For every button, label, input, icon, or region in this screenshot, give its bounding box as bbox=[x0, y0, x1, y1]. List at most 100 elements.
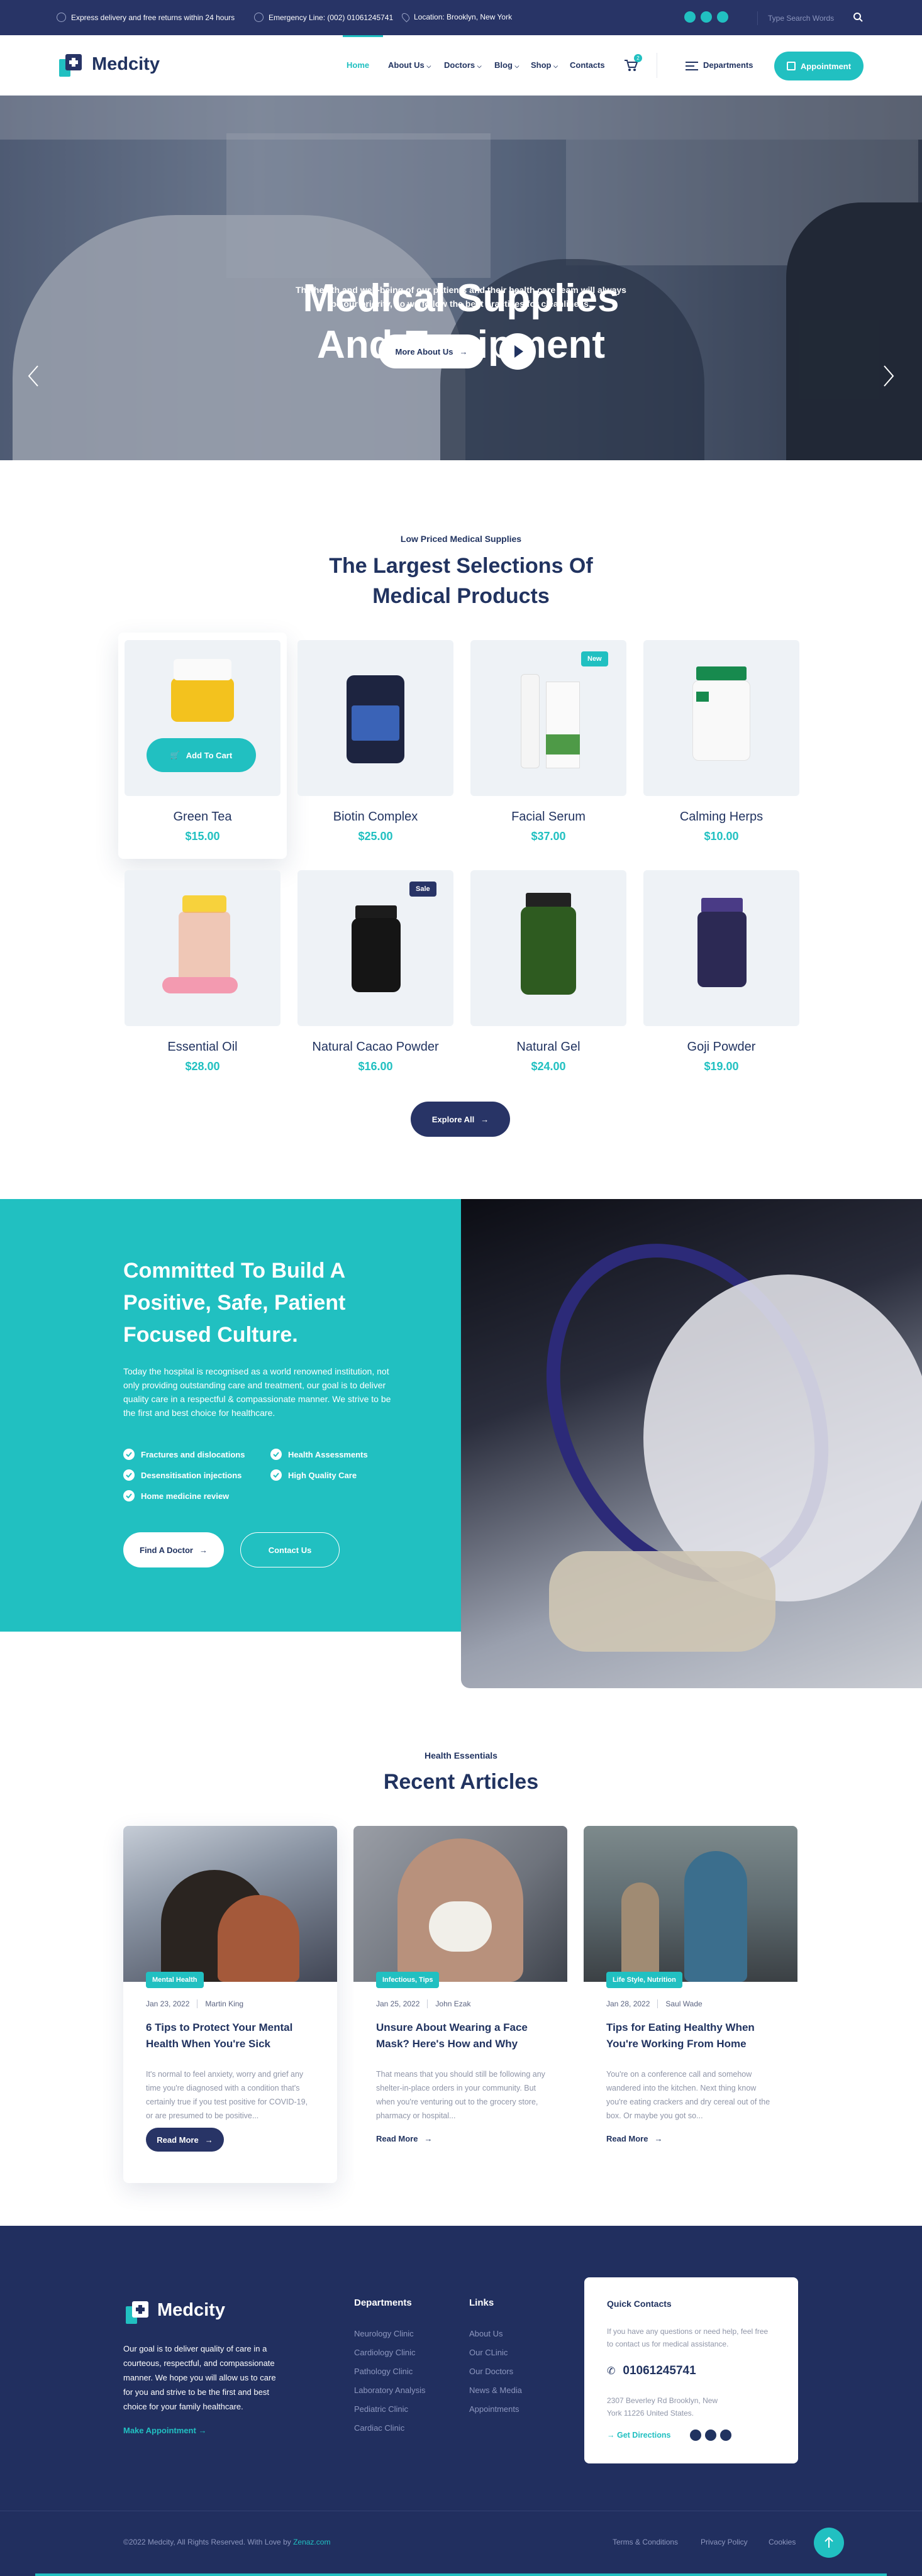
cookies-link[interactable]: Cookies bbox=[769, 2538, 796, 2546]
find-a-doctor-button[interactable]: Find A Doctor → bbox=[123, 1532, 224, 1567]
facebook-icon[interactable] bbox=[684, 11, 696, 23]
nav-home[interactable]: Home bbox=[347, 60, 369, 70]
read-more-link[interactable]: Read More → bbox=[376, 2134, 432, 2143]
phone-number: 01061245741 bbox=[623, 2364, 696, 2377]
article-tag[interactable]: Mental Health bbox=[146, 1972, 204, 1988]
brand-logo-icon[interactable] bbox=[57, 52, 84, 79]
product-image-biotin-complex[interactable] bbox=[297, 640, 453, 796]
read-more-link[interactable]: Read More → bbox=[606, 2134, 662, 2143]
nav-doctors[interactable]: Doctors ⌵ bbox=[444, 60, 482, 70]
emergency-info[interactable]: Emergency Line: (002) 01061245741 bbox=[254, 13, 393, 22]
product-name[interactable]: Essential Oil bbox=[125, 1040, 280, 1054]
article-title[interactable]: 6 Tips to Protect Your Mental Health Whe… bbox=[146, 2020, 322, 2052]
footer-department-link[interactable]: Cardiac Clinic bbox=[354, 2423, 404, 2433]
article-image-mask bbox=[429, 1901, 492, 1952]
scroll-to-top-button[interactable] bbox=[814, 2528, 844, 2558]
product-image-green-tea[interactable]: 🛒 Add To Cart bbox=[125, 640, 280, 796]
read-more-label: Read More bbox=[157, 2135, 199, 2145]
cart-count-badge: 2 bbox=[634, 54, 642, 62]
article-card: Mental Health Jan 23, 2022 Martin King 6 … bbox=[123, 1826, 337, 2183]
footer-link[interactable]: Appointments bbox=[469, 2404, 519, 2414]
product-name[interactable]: Biotin Complex bbox=[297, 810, 453, 824]
product-cap bbox=[526, 893, 571, 908]
product-name[interactable]: Goji Powder bbox=[643, 1040, 799, 1054]
brand-name[interactable]: Medcity bbox=[92, 54, 160, 75]
chevron-down-icon: ⌵ bbox=[553, 63, 558, 69]
nav-shop[interactable]: Shop ⌵ bbox=[531, 60, 558, 70]
arrow-right-icon: → bbox=[204, 2135, 213, 2145]
make-appointment-link[interactable]: Make Appointment → bbox=[123, 2426, 206, 2435]
article-card: Life Style, Nutrition Jan 28, 2022 Saul W… bbox=[584, 1826, 797, 2183]
privacy-link[interactable]: Privacy Policy bbox=[701, 2538, 748, 2546]
footer-brand-name[interactable]: Medcity bbox=[157, 2300, 225, 2321]
more-about-us-button[interactable]: More About Us → bbox=[379, 334, 484, 368]
article-image[interactable] bbox=[584, 1826, 797, 1982]
footer-department-link[interactable]: Pediatric Clinic bbox=[354, 2404, 408, 2414]
product-image-calming-herps[interactable] bbox=[643, 640, 799, 796]
product-price: $19.00 bbox=[704, 1060, 739, 1073]
copyright: ©2022 Medcity, All Rights Reserved. With… bbox=[123, 2538, 330, 2546]
product-name[interactable]: Natural Cacao Powder bbox=[297, 1040, 453, 1054]
footer-link[interactable]: Our Doctors bbox=[469, 2367, 513, 2376]
article-title[interactable]: Unsure About Wearing a Face Mask? Here's… bbox=[376, 2020, 552, 2052]
product-bottle bbox=[697, 912, 747, 987]
article-author[interactable]: Saul Wade bbox=[665, 1999, 702, 2008]
product-image-goji-powder[interactable] bbox=[643, 870, 799, 1026]
add-to-cart-button[interactable]: 🛒 Add To Cart bbox=[147, 738, 256, 772]
read-more-button[interactable]: Read More → bbox=[146, 2128, 224, 2152]
quick-phone[interactable]: ✆ 01061245741 bbox=[607, 2364, 696, 2378]
article-author[interactable]: John Ezak bbox=[435, 1999, 470, 2008]
arrow-right-icon: → bbox=[424, 2134, 433, 2143]
footer-logo-icon[interactable] bbox=[123, 2299, 151, 2326]
search-icon[interactable] bbox=[853, 12, 863, 22]
footer-department-link[interactable]: Neurology Clinic bbox=[354, 2329, 414, 2338]
twitter-icon[interactable] bbox=[705, 2430, 716, 2441]
footer-link[interactable]: News & Media bbox=[469, 2385, 522, 2395]
facebook-icon[interactable] bbox=[690, 2430, 701, 2441]
article-image[interactable] bbox=[123, 1826, 337, 1982]
product-name[interactable]: Calming Herps bbox=[643, 810, 799, 824]
contact-us-button[interactable]: Contact Us bbox=[240, 1532, 340, 1567]
quick-contacts-text: If you have any questions or need help, … bbox=[607, 2327, 769, 2348]
product-name[interactable]: Green Tea bbox=[125, 810, 280, 824]
product-image-essential-oil[interactable] bbox=[125, 870, 280, 1026]
footer-department-link[interactable]: Cardiology Clinic bbox=[354, 2348, 416, 2357]
terms-link[interactable]: Terms & Conditions bbox=[613, 2538, 678, 2546]
article-tag[interactable]: Infectious, Tips bbox=[376, 1972, 440, 1988]
add-to-cart-label: Add To Cart bbox=[186, 750, 233, 760]
product-image-facial-serum[interactable]: New bbox=[470, 640, 626, 796]
youtube-icon[interactable] bbox=[720, 2430, 731, 2441]
product-tag-sale: Sale bbox=[409, 882, 436, 897]
make-appointment-label: Make Appointment bbox=[123, 2426, 196, 2435]
product-image-natural-gel[interactable] bbox=[470, 870, 626, 1026]
meta-divider bbox=[427, 1999, 428, 2008]
nav-blog[interactable]: Blog ⌵ bbox=[494, 60, 519, 70]
article-date: Jan 28, 2022 bbox=[606, 1999, 650, 2008]
nav-about-us[interactable]: About Us ⌵ bbox=[388, 60, 431, 70]
appointment-button[interactable]: Appointment bbox=[774, 52, 864, 80]
twitter-icon[interactable] bbox=[701, 11, 712, 23]
departments-link[interactable]: Departments bbox=[703, 60, 753, 70]
article-tag[interactable]: Life Style, Nutrition bbox=[606, 1972, 682, 1988]
product-name[interactable]: Natural Gel bbox=[470, 1040, 626, 1054]
footer-department-link[interactable]: Pathology Clinic bbox=[354, 2367, 413, 2376]
article-image[interactable] bbox=[353, 1826, 567, 1982]
footer-link[interactable]: About Us bbox=[469, 2329, 503, 2338]
play-video-button[interactable] bbox=[499, 333, 536, 370]
copyright-link[interactable]: Zenaz.com bbox=[293, 2538, 330, 2546]
get-directions-link[interactable]: → Get Directions bbox=[607, 2431, 670, 2440]
search-input[interactable]: Type Search Words bbox=[757, 11, 858, 25]
footer-department-link[interactable]: Laboratory Analysis bbox=[354, 2385, 425, 2395]
footer-link[interactable]: Our CLinic bbox=[469, 2348, 508, 2357]
products-title-line2: Medical Products bbox=[372, 584, 550, 608]
quick-contacts-heading: Quick Contacts bbox=[607, 2299, 672, 2309]
product-name[interactable]: Facial Serum bbox=[470, 810, 626, 824]
article-author[interactable]: Martin King bbox=[205, 1999, 243, 2008]
product-image-natural-cacao-powder[interactable]: Sale bbox=[297, 870, 453, 1026]
youtube-icon[interactable] bbox=[717, 11, 728, 23]
nav-contacts[interactable]: Contacts bbox=[570, 60, 605, 70]
articles-pretitle: Health Essentials bbox=[425, 1750, 497, 1761]
explore-all-button[interactable]: Explore All → bbox=[411, 1102, 510, 1137]
product-price: $10.00 bbox=[704, 830, 739, 843]
article-title[interactable]: Tips for Eating Healthy When You're Work… bbox=[606, 2020, 782, 2052]
